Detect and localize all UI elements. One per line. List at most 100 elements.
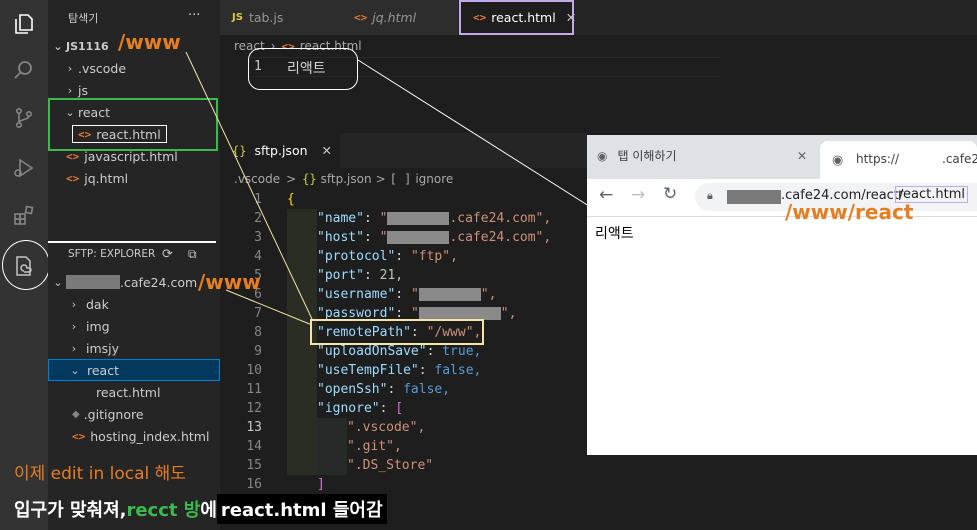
line-number: 8: [254, 325, 262, 340]
annotation-www-react: /www/react: [785, 200, 914, 224]
annotation-rounded-box: [248, 48, 358, 90]
line-number: 12: [246, 401, 262, 416]
sftp-item-dak[interactable]: › dak: [48, 293, 220, 315]
chevron-right-icon: ›: [71, 319, 77, 333]
code-line: "username": " ",: [317, 287, 497, 302]
annotation-www: /www: [118, 30, 181, 54]
line-number: 15: [246, 458, 262, 473]
code-line: "port": 21,: [317, 268, 404, 283]
line-number: 13: [246, 420, 262, 435]
sftp-item-react[interactable]: ⌄ react: [48, 359, 220, 381]
line-number: 2: [254, 211, 262, 226]
more-actions-icon[interactable]: ···: [188, 8, 200, 23]
redacted-host: [727, 190, 781, 204]
source-control-icon[interactable]: [12, 106, 36, 130]
close-icon[interactable]: ✕: [566, 10, 576, 25]
annotation-green-box: [48, 98, 218, 151]
chevron-right-icon: ›: [71, 297, 77, 311]
sftp-breadcrumb: .vscode > {} sftp.json > [ ] ignore: [234, 172, 453, 186]
json-file-icon: {}: [302, 172, 317, 186]
globe-icon: ◉: [832, 153, 844, 168]
gitignore-icon: ◆: [72, 408, 80, 420]
browser-window: ◉ 탭 이해하기 ✕ ◉ https:// .cafe24 ← → ↻ 🔒︎ .…: [587, 135, 977, 455]
search-icon[interactable]: [12, 58, 36, 82]
browser-tab-1[interactable]: ◉ 탭 이해하기: [597, 147, 817, 164]
close-icon[interactable]: ✕: [797, 149, 807, 163]
tab-react-html[interactable]: <> react.html ✕: [459, 0, 576, 35]
browser-tab-2[interactable]: ◉ https:// .cafe24: [820, 141, 977, 179]
annotation-yellow-box: [310, 319, 484, 345]
line-number: 1: [254, 192, 262, 207]
code-brace: {: [287, 192, 295, 207]
code-line: "protocol": "ftp",: [317, 249, 458, 264]
sftp-item-react-html[interactable]: react.html: [48, 381, 220, 403]
forward-icon[interactable]: →: [631, 185, 645, 205]
divider: [48, 241, 216, 243]
line-number: 11: [246, 382, 262, 397]
explorer-icon[interactable]: [12, 12, 36, 36]
line-number: 4: [254, 249, 262, 264]
chevron-down-icon: ⌄: [70, 363, 80, 377]
tab-tab-js[interactable]: JS tab.js: [220, 0, 340, 35]
sftp-item-imsjy[interactable]: › imsjy: [48, 337, 220, 359]
back-icon[interactable]: ←: [599, 185, 613, 205]
extensions-icon[interactable]: [12, 204, 36, 228]
sftp-item-img[interactable]: › img: [48, 315, 220, 337]
sftp-item-gitignore[interactable]: ◆ .gitignore: [48, 403, 220, 425]
redacted-host: [66, 275, 120, 289]
sidebar: 탐색기 ··· ⌄ JS1116 › .vscode › js ⌄ react …: [48, 0, 220, 530]
breadcrumb-symbol[interactable]: ignore: [415, 172, 453, 186]
line-number: 9: [254, 344, 262, 359]
tree-item-vscode[interactable]: › .vscode: [48, 57, 220, 79]
activity-bar: [0, 0, 50, 530]
html-file-icon: <>: [66, 149, 80, 163]
breadcrumb-separator: >: [286, 172, 297, 186]
annotation-www: /www: [198, 270, 261, 294]
chevron-down-icon: ⌄: [53, 39, 63, 53]
code-line: "openSsh": false,: [317, 382, 451, 397]
globe-icon: ◉: [597, 148, 608, 163]
html-file-icon: <>: [473, 11, 487, 24]
page-content: 리액트: [595, 226, 634, 242]
chevron-down-icon: ⌄: [53, 275, 63, 289]
lock-icon: 🔒︎: [707, 189, 713, 202]
html-file-icon: <>: [66, 171, 80, 185]
array-icon: [ ]: [389, 172, 412, 186]
chevron-right-icon: ›: [67, 61, 73, 75]
tree-item-jq-html[interactable]: <> jq.html: [48, 167, 220, 189]
code-line: "useTempFile": false,: [317, 363, 482, 378]
line-number: 7: [254, 306, 262, 321]
code-line: "host": " .cafe24.com",: [317, 230, 552, 245]
html-file-icon: <>: [72, 429, 86, 443]
code-line: "ignore": [: [317, 401, 404, 416]
annotation-caption: 입구가 맞춰져, recct 방 에 react.html 들어감: [14, 494, 387, 524]
code-line: "name": " .cafe24.com",: [317, 211, 552, 226]
sftp-icon[interactable]: [12, 254, 36, 278]
reload-icon[interactable]: ↻: [663, 184, 677, 204]
chevron-right-icon: ›: [67, 83, 73, 97]
code-line: ".DS_Store": [347, 458, 434, 473]
json-file-icon: {}: [232, 143, 247, 158]
explorer-title: 탐색기: [68, 12, 99, 25]
line-number: 10: [246, 363, 262, 378]
breadcrumb-file[interactable]: sftp.json: [321, 172, 372, 186]
code-line: ".git",: [347, 439, 402, 454]
chevron-right-icon: ›: [71, 341, 77, 355]
breadcrumb-separator: >: [375, 172, 386, 186]
refresh-icon[interactable]: ⟳: [162, 247, 173, 262]
sftp-explorer-title: SFTP: EXPLORER: [68, 248, 156, 260]
html-file-icon: <>: [354, 11, 368, 24]
sftp-item-hosting-index[interactable]: <> hosting_index.html: [48, 425, 220, 447]
indent-guide: [317, 418, 347, 475]
sftp-host[interactable]: ⌄ .cafe24.com: [48, 271, 220, 293]
annotation-edit-local: 이제 edit in local 해도: [14, 464, 186, 484]
line-number: 3: [254, 230, 262, 245]
breadcrumb-folder[interactable]: .vscode: [234, 172, 280, 186]
run-debug-icon[interactable]: [12, 156, 36, 180]
collapse-all-icon[interactable]: ⧉: [188, 247, 197, 262]
code-line: ".vscode",: [347, 420, 426, 435]
line-number: 14: [246, 439, 262, 454]
close-icon[interactable]: ✕: [322, 143, 332, 158]
tab-jq-html[interactable]: <> jq.html: [340, 0, 458, 35]
tab-sftp-json[interactable]: {} sftp.json ✕: [220, 133, 340, 168]
